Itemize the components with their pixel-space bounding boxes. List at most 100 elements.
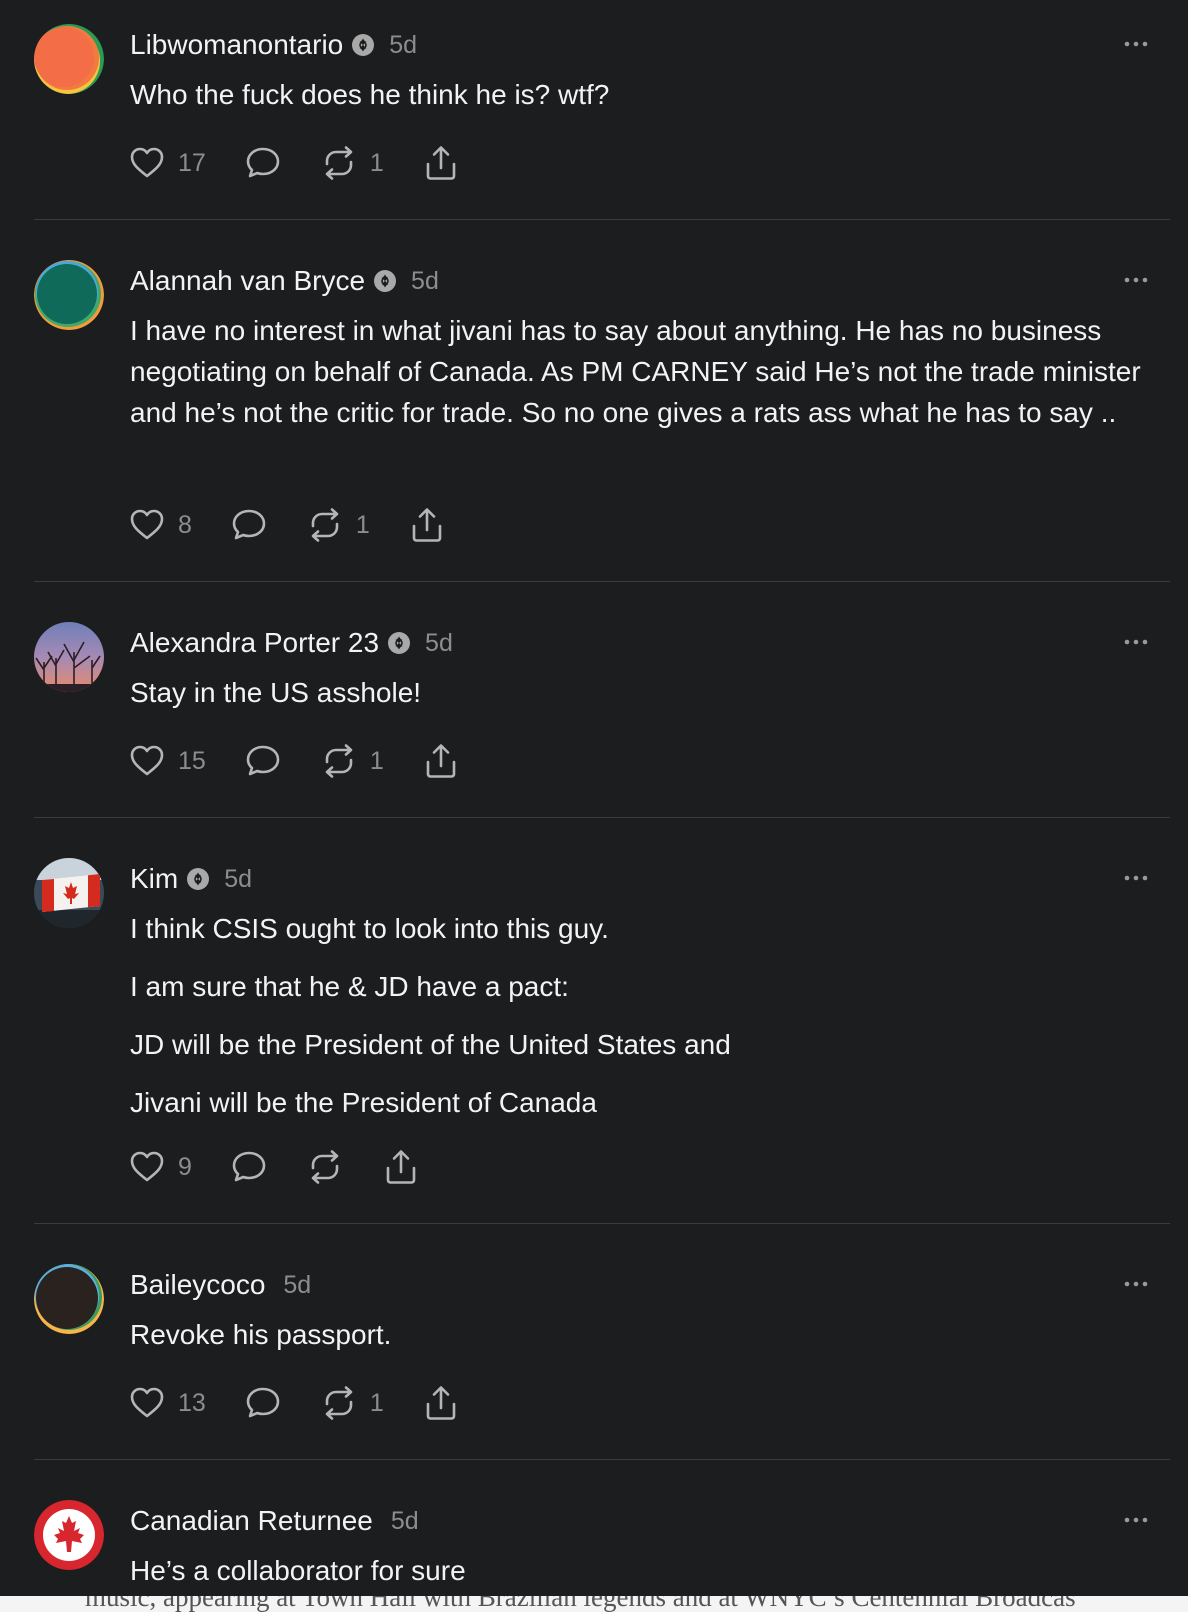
comment-icon <box>246 745 280 776</box>
reply-button[interactable] <box>244 143 282 183</box>
like-button[interactable]: 15 <box>128 741 206 781</box>
like-button[interactable]: 13 <box>128 1383 206 1423</box>
username[interactable]: Canadian Returnee <box>130 1505 373 1537</box>
more-options-icon[interactable] <box>1120 1268 1152 1300</box>
repost-button[interactable]: 1 <box>320 1383 384 1423</box>
post-text: I think CSIS ought to look into this guy… <box>130 908 1170 1132</box>
share-icon <box>386 1150 416 1184</box>
post-text-line: Revoke his passport. <box>130 1319 392 1350</box>
repost-button[interactable] <box>306 1147 344 1187</box>
avatar[interactable] <box>34 1264 104 1334</box>
repost-icon <box>325 146 353 180</box>
share-button[interactable] <box>422 143 460 183</box>
post-actions: 13 1 <box>128 1383 498 1423</box>
post-text-line: I have no interest in what jivani has to… <box>130 315 1141 428</box>
comment-icon <box>232 1151 266 1182</box>
reply-button[interactable] <box>230 1147 268 1187</box>
repost-icon <box>325 744 353 778</box>
username[interactable]: Alannah van Bryce <box>130 265 365 297</box>
repost-count: 1 <box>355 510 370 539</box>
divider <box>34 1459 1170 1460</box>
divider <box>34 219 1170 220</box>
share-icon <box>426 1386 456 1420</box>
share-icon <box>426 146 456 180</box>
timestamp: 5d <box>389 30 418 59</box>
timestamp: 5d <box>411 266 439 295</box>
post-text-line: Jivani will be the President of Canada <box>130 1087 597 1118</box>
username[interactable]: Baileycoco <box>130 1269 265 1301</box>
cutoff-page-text: music, appearing at Town Hall with Brazi… <box>0 1596 1188 1612</box>
heart-icon <box>130 1387 164 1418</box>
avatar[interactable] <box>34 622 104 692</box>
post-actions: 8 1 <box>128 505 484 545</box>
heart-icon <box>130 1151 164 1182</box>
share-icon <box>426 744 456 778</box>
post-header: Libwomanontario 5d <box>130 24 417 66</box>
divider <box>34 581 1170 582</box>
share-button[interactable] <box>422 1383 460 1423</box>
like-count: 17 <box>178 148 206 177</box>
share-icon <box>412 508 442 542</box>
more-options-icon[interactable] <box>1120 862 1152 894</box>
repost-button[interactable]: 1 <box>320 143 384 183</box>
more-options-icon[interactable] <box>1120 28 1152 60</box>
username[interactable]: Kim <box>130 863 178 895</box>
post-text: Stay in the US asshole! <box>130 672 1170 713</box>
heart-icon <box>130 509 164 540</box>
divider <box>34 817 1170 818</box>
post-header: Alannah van Bryce 5d <box>130 260 439 302</box>
post-header: Kim 5d <box>130 858 252 900</box>
post-text-line: I think CSIS ought to look into this guy… <box>130 913 609 944</box>
like-button[interactable]: 8 <box>128 505 192 545</box>
post-text-line: I am sure that he & JD have a pact: <box>130 971 569 1002</box>
verified-badge-icon <box>351 33 375 57</box>
heart-icon <box>130 745 164 776</box>
more-options-icon[interactable] <box>1120 626 1152 658</box>
timestamp: 5d <box>390 1506 419 1535</box>
post-text-line: He’s a collaborator for sure <box>130 1555 466 1586</box>
reply-button[interactable] <box>244 1383 282 1423</box>
share-button[interactable] <box>422 741 460 781</box>
timestamp: 5d <box>224 864 253 893</box>
like-count: 9 <box>178 1152 192 1181</box>
heart-icon <box>130 147 164 178</box>
like-count: 8 <box>178 510 192 539</box>
post-actions: 9 <box>128 1147 458 1187</box>
post-actions: 17 1 <box>128 143 498 183</box>
cutoff-text: music, appearing at Town Hall with Brazi… <box>85 1596 1076 1612</box>
post-text: He’s a collaborator for sure <box>130 1550 1170 1591</box>
avatar[interactable] <box>34 24 104 94</box>
share-button[interactable] <box>382 1147 420 1187</box>
reply-button[interactable] <box>244 741 282 781</box>
post-header: Canadian Returnee 5d <box>130 1500 419 1542</box>
repost-count: 1 <box>369 1388 384 1417</box>
divider <box>34 1223 1170 1224</box>
post-text-line: Who the fuck does he think he is? wtf? <box>130 79 610 110</box>
repost-icon <box>311 1150 339 1184</box>
post-actions: 15 1 <box>128 741 498 781</box>
reply-button[interactable] <box>230 505 268 545</box>
like-count: 13 <box>178 1388 206 1417</box>
comment-icon <box>232 509 266 540</box>
avatar[interactable] <box>34 260 104 330</box>
repost-count: 1 <box>369 746 384 775</box>
post-header: Alexandra Porter 23 5d <box>130 622 453 664</box>
repost-button[interactable]: 1 <box>320 741 384 781</box>
repost-count: 1 <box>369 148 384 177</box>
avatar[interactable] <box>34 1500 104 1570</box>
share-button[interactable] <box>408 505 446 545</box>
like-button[interactable]: 17 <box>128 143 206 183</box>
more-options-icon[interactable] <box>1120 1504 1152 1536</box>
more-options-icon[interactable] <box>1120 264 1152 296</box>
repost-icon <box>311 508 339 542</box>
username[interactable]: Libwomanontario <box>130 29 343 61</box>
post-text-line: JD will be the President of the United S… <box>130 1029 731 1060</box>
username[interactable]: Alexandra Porter 23 <box>130 627 379 659</box>
repost-button[interactable]: 1 <box>306 505 370 545</box>
like-button[interactable]: 9 <box>128 1147 192 1187</box>
post-text: Revoke his passport. <box>130 1314 1170 1355</box>
avatar[interactable] <box>34 858 104 928</box>
timestamp: 5d <box>283 1270 312 1299</box>
verified-badge-icon <box>186 867 210 891</box>
timestamp: 5d <box>425 628 453 657</box>
